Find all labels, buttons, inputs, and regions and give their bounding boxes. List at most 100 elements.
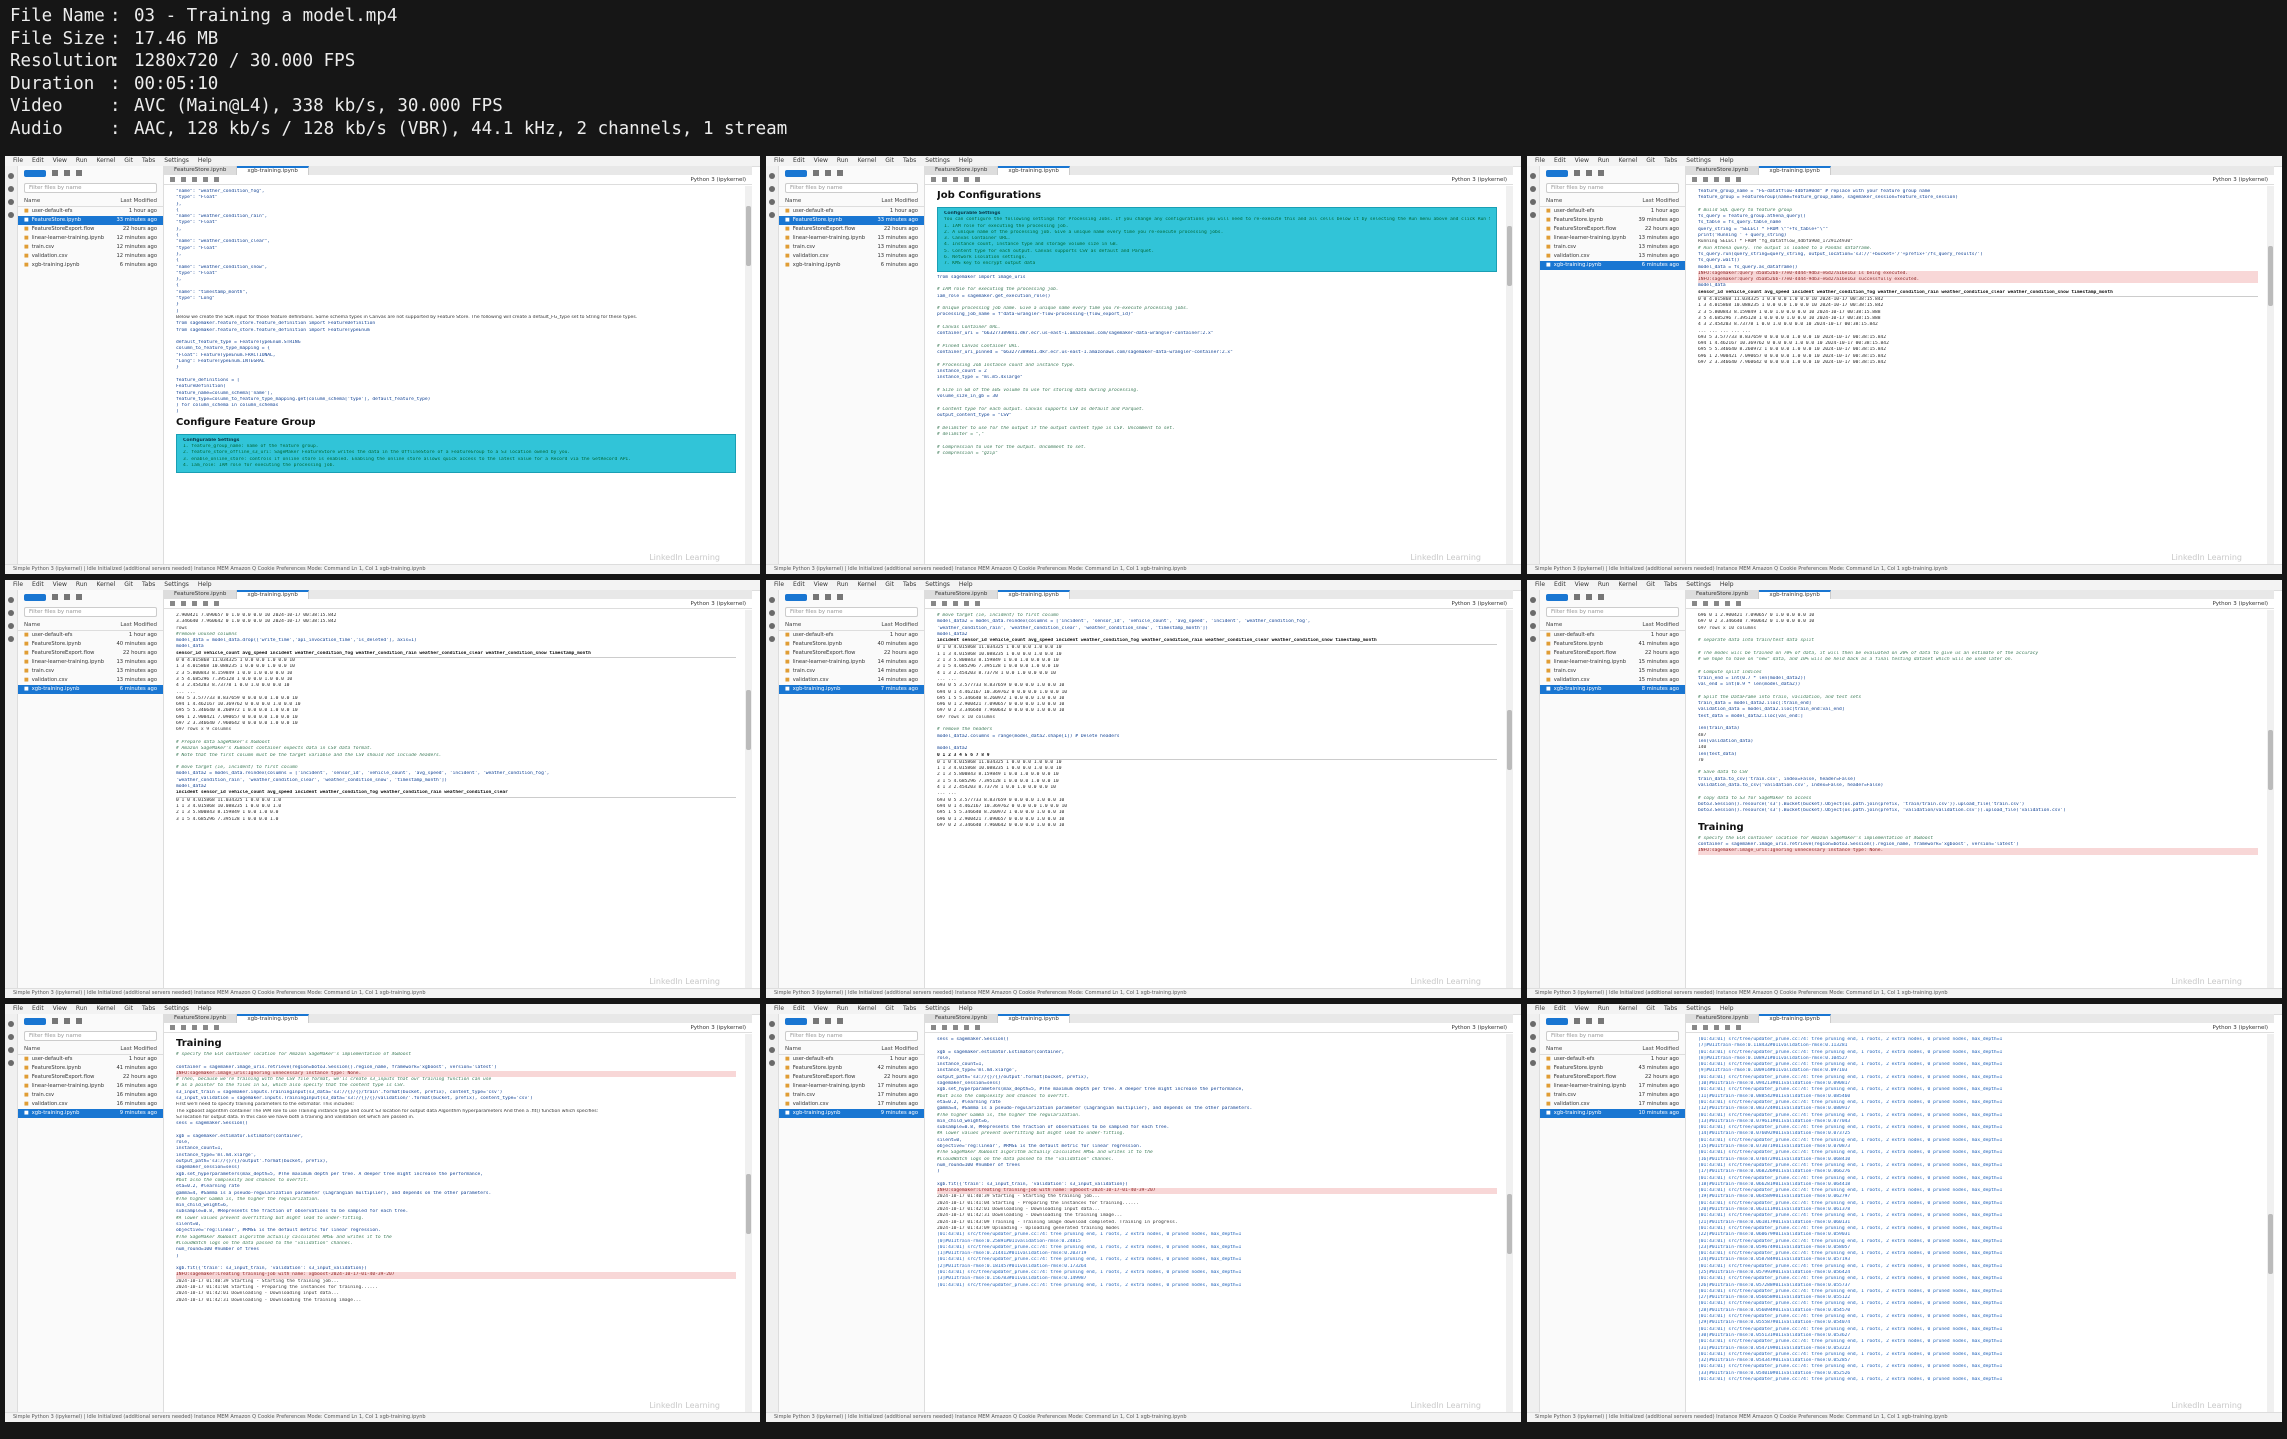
name-column-header[interactable]: Name <box>785 198 801 204</box>
stop-icon[interactable] <box>214 1025 219 1030</box>
run-icon[interactable] <box>1725 1025 1730 1030</box>
git-icon[interactable] <box>1530 1047 1536 1053</box>
file-filter-input[interactable]: Filter files by name <box>24 1031 157 1041</box>
add-cell-icon[interactable] <box>1703 601 1708 606</box>
menu-item[interactable]: Settings <box>925 580 950 590</box>
menu-item[interactable]: Settings <box>1686 580 1711 590</box>
menu-item[interactable]: Edit <box>793 1004 805 1014</box>
notebook-tab[interactable]: xgb-training.ipynb <box>998 1014 1070 1023</box>
file-list-item[interactable]: train.csv 14 minutes ago <box>779 667 924 676</box>
menu-item[interactable]: Edit <box>32 580 44 590</box>
refresh-icon[interactable] <box>1598 1018 1604 1024</box>
menu-item[interactable]: Help <box>1720 1004 1734 1014</box>
file-list-item[interactable]: FeatureStore.ipynb 40 minutes ago <box>779 640 924 649</box>
file-list-item[interactable]: linear-learner-training.ipynb 16 minutes … <box>18 1082 163 1091</box>
scrollbar[interactable] <box>745 610 752 988</box>
scrollbar[interactable] <box>2267 186 2274 564</box>
modified-column-header[interactable]: Last Modified <box>1642 198 1679 204</box>
menu-item[interactable]: Tabs <box>1664 156 1677 166</box>
menu-item[interactable]: Git <box>124 1004 133 1014</box>
menu-item[interactable]: View <box>53 156 67 166</box>
file-list-item[interactable]: FeatureStore.ipynb 41 minutes ago <box>1540 640 1685 649</box>
file-list-item[interactable]: validation.csv 12 minutes ago <box>18 252 163 261</box>
git-icon[interactable] <box>8 623 14 629</box>
menu-item[interactable]: Git <box>885 1004 894 1014</box>
modified-column-header[interactable]: Last Modified <box>881 622 918 628</box>
file-list-item[interactable]: xgb-training.ipynb 10 minutes ago <box>1540 1109 1685 1118</box>
notebook-tab[interactable]: xgb-training.ipynb <box>237 166 309 175</box>
file-list-item[interactable]: linear-learner-training.ipynb 12 minutes … <box>18 234 163 243</box>
notebook-tab[interactable]: xgb-training.ipynb <box>1759 590 1831 599</box>
file-list-item[interactable]: xgb-training.ipynb 7 minutes ago <box>779 685 924 694</box>
file-list-item[interactable]: FeatureStore.ipynb 42 minutes ago <box>779 1064 924 1073</box>
running-icon[interactable] <box>1530 1034 1536 1040</box>
upload-icon[interactable] <box>64 594 70 600</box>
file-list-item[interactable]: user-default-efs 1 hour ago <box>1540 631 1685 640</box>
refresh-icon[interactable] <box>76 170 82 176</box>
cut-icon[interactable] <box>953 177 958 182</box>
menu-item[interactable]: Kernel <box>857 1004 876 1014</box>
file-list-item[interactable]: xgb-training.ipynb 6 minutes ago <box>18 685 163 694</box>
file-list-item[interactable]: FeatureStore.ipynb 40 minutes ago <box>18 640 163 649</box>
scrollbar[interactable] <box>1506 186 1513 564</box>
running-icon[interactable] <box>769 186 775 192</box>
menu-item[interactable]: View <box>814 580 828 590</box>
new-folder-icon[interactable] <box>1574 1018 1580 1024</box>
new-folder-icon[interactable] <box>813 1018 819 1024</box>
extension-icon[interactable] <box>1530 1060 1536 1066</box>
extension-icon[interactable] <box>1530 212 1536 218</box>
file-list-item[interactable]: xgb-training.ipynb 6 minutes ago <box>18 261 163 270</box>
menu-item[interactable]: Kernel <box>857 580 876 590</box>
modified-column-header[interactable]: Last Modified <box>120 622 157 628</box>
menu-item[interactable]: Kernel <box>96 156 115 166</box>
new-launcher-button[interactable] <box>24 1017 46 1025</box>
save-icon[interactable] <box>1692 177 1697 182</box>
menu-item[interactable]: Tabs <box>142 1004 155 1014</box>
new-launcher-button[interactable] <box>1546 169 1568 177</box>
scroll-thumb[interactable] <box>1507 1194 1512 1254</box>
refresh-icon[interactable] <box>837 594 843 600</box>
kernel-name[interactable]: Python 3 (ipykernel) <box>690 601 746 607</box>
upload-icon[interactable] <box>64 1018 70 1024</box>
modified-column-header[interactable]: Last Modified <box>120 1046 157 1052</box>
running-icon[interactable] <box>8 610 14 616</box>
run-icon[interactable] <box>1725 177 1730 182</box>
upload-icon[interactable] <box>825 170 831 176</box>
refresh-icon[interactable] <box>837 1018 843 1024</box>
scroll-thumb[interactable] <box>2268 730 2273 790</box>
notebook-tab[interactable]: FeatureStore.ipynb <box>925 166 999 175</box>
file-list-item[interactable]: user-default-efs 1 hour ago <box>18 1055 163 1064</box>
add-cell-icon[interactable] <box>1703 177 1708 182</box>
menu-item[interactable]: File <box>13 156 23 166</box>
menu-item[interactable]: Help <box>198 1004 212 1014</box>
notebook-tab[interactable]: xgb-training.ipynb <box>998 166 1070 175</box>
file-list-item[interactable]: FeatureStoreExport.flow 22 hours ago <box>18 649 163 658</box>
running-icon[interactable] <box>1530 610 1536 616</box>
menu-item[interactable]: Edit <box>793 156 805 166</box>
refresh-icon[interactable] <box>1598 170 1604 176</box>
new-launcher-button[interactable] <box>24 169 46 177</box>
menu-item[interactable]: File <box>13 1004 23 1014</box>
scroll-thumb[interactable] <box>2268 1214 2273 1274</box>
notebook-tab[interactable]: xgb-training.ipynb <box>237 590 309 599</box>
file-list-item[interactable]: FeatureStore.ipynb 33 minutes ago <box>779 216 924 225</box>
modified-column-header[interactable]: Last Modified <box>1642 622 1679 628</box>
cut-icon[interactable] <box>1714 601 1719 606</box>
new-launcher-button[interactable] <box>785 1017 807 1025</box>
file-list-item[interactable]: user-default-efs 1 hour ago <box>779 631 924 640</box>
folder-icon[interactable] <box>769 173 775 179</box>
menu-item[interactable]: Run <box>837 580 849 590</box>
menu-item[interactable]: Git <box>885 580 894 590</box>
menu-item[interactable]: Tabs <box>1664 580 1677 590</box>
file-list-item[interactable]: train.csv 17 minutes ago <box>1540 1091 1685 1100</box>
upload-icon[interactable] <box>825 1018 831 1024</box>
menu-item[interactable]: Kernel <box>96 1004 115 1014</box>
menu-item[interactable]: View <box>814 1004 828 1014</box>
git-icon[interactable] <box>1530 623 1536 629</box>
menu-item[interactable]: Edit <box>1554 156 1566 166</box>
add-cell-icon[interactable] <box>1703 1025 1708 1030</box>
stop-icon[interactable] <box>1736 177 1741 182</box>
modified-column-header[interactable]: Last Modified <box>881 1046 918 1052</box>
running-icon[interactable] <box>769 610 775 616</box>
git-icon[interactable] <box>8 199 14 205</box>
